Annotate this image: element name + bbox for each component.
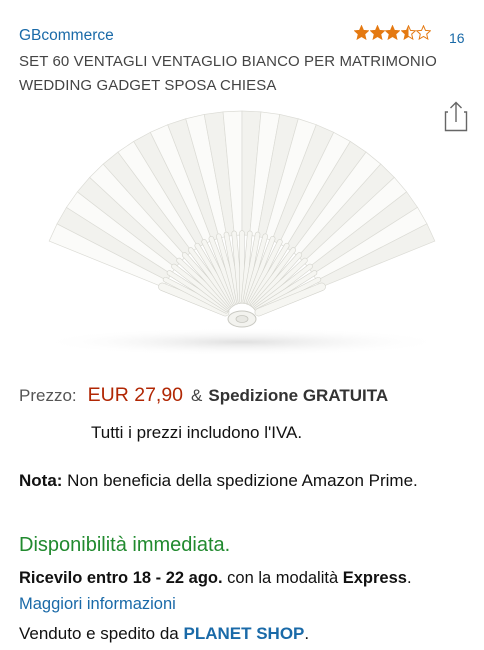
note-label: Nota: — [19, 471, 63, 490]
price-value: EUR 27,90 — [87, 384, 184, 406]
note-text: Non beneficia della spedizione Amazon Pr… — [62, 471, 418, 490]
white-fan-illustration — [37, 110, 447, 356]
availability-status: Disponibilità immediata. — [19, 534, 231, 556]
seller-info: Venduto e spedito da PLANET SHOP. — [19, 624, 309, 644]
delivery-info: Ricevilo entro 18 - 22 ago. con la modal… — [19, 565, 469, 617]
product-image[interactable] — [30, 100, 454, 362]
price-row: Prezzo: EUR 27,90 & Spedizione GRATUITA — [19, 384, 388, 410]
price-amp: & — [191, 386, 203, 405]
product-title: SET 60 VENTAGLI VENTAGLIO BIANCO PER MAT… — [19, 53, 437, 94]
vat-note: Tutti i prezzi includono l'IVA. — [91, 423, 303, 442]
seller-prefix: Venduto e spedito da — [19, 624, 184, 643]
free-shipping-label: Spedizione GRATUITA — [208, 386, 389, 405]
delivery-sep: . — [406, 569, 412, 587]
star-icon — [400, 25, 417, 41]
delivery-mode-text: con la modalità — [222, 569, 343, 587]
star-icon — [369, 25, 386, 41]
star-icon — [354, 25, 370, 41]
rating-count-link[interactable]: 16 — [449, 30, 465, 46]
price-label: Prezzo: — [19, 386, 77, 405]
more-info-link[interactable]: Maggiori informazioni — [19, 595, 176, 613]
star-icon — [385, 25, 401, 41]
delivery-mode: Express — [342, 569, 407, 587]
prime-note: Nota: Non beneficia della spedizione Ama… — [19, 467, 449, 494]
brand-link[interactable]: GBcommerce — [19, 27, 114, 45]
share-icon[interactable] — [444, 100, 468, 132]
rating-stars[interactable] — [354, 25, 432, 43]
delivery-date: Ricevilo entro 18 - 22 ago. — [19, 569, 223, 587]
seller-name-link[interactable]: PLANET SHOP — [183, 624, 304, 643]
seller-suffix: . — [304, 624, 310, 643]
star-icon — [416, 25, 432, 41]
